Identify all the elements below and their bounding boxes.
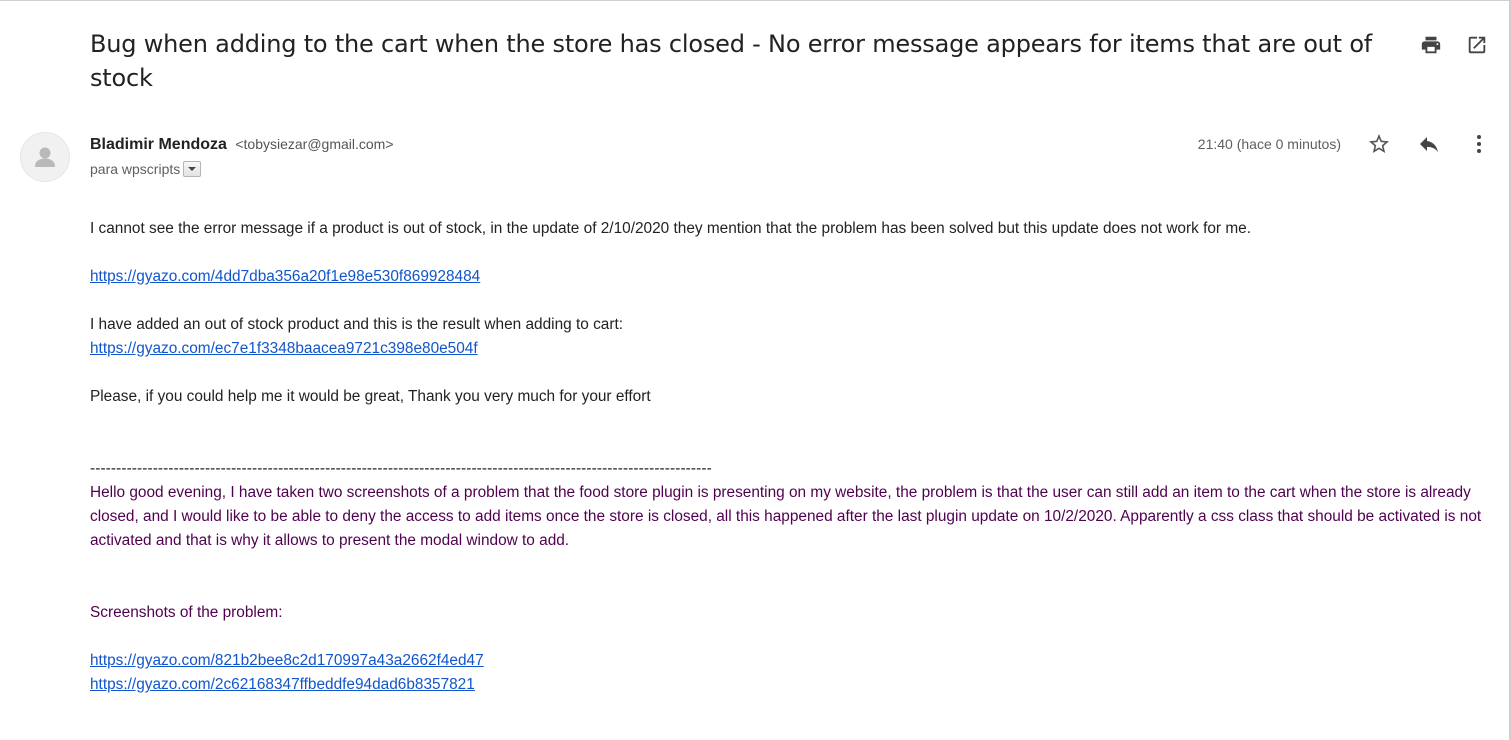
email-subject: Bug when adding to the cart when the sto… (90, 30, 1373, 92)
open-in-new-window-button[interactable] (1465, 33, 1489, 57)
more-vertical-icon (1477, 135, 1481, 153)
sender-info: Bladimir Mendoza <tobysiezar@gmail.com> (90, 134, 394, 155)
email-body: I cannot see the error message if a prod… (90, 217, 1490, 697)
sender-name: Bladimir Mendoza (90, 136, 227, 153)
recipient-label: para wpscripts (90, 161, 181, 177)
screenshot-link[interactable]: https://gyazo.com/821b2bee8c2d170997a43a… (90, 652, 484, 669)
email-view: Bug when adding to the cart when the sto… (0, 0, 1511, 740)
reply-button[interactable] (1417, 132, 1441, 156)
quoted-message: Hello good evening, I have taken two scr… (90, 481, 1490, 697)
screenshot-link[interactable]: https://gyazo.com/2c62168347ffbeddfe94da… (90, 676, 475, 693)
more-options-button[interactable] (1467, 132, 1491, 156)
screenshot-link[interactable]: https://gyazo.com/ec7e1f3348baacea9721c3… (90, 340, 478, 357)
body-paragraph: I have added an out of stock product and… (90, 316, 624, 333)
screenshot-link[interactable]: https://gyazo.com/4dd7dba356a20f1e98e530… (90, 268, 480, 285)
body-paragraph: Please, if you could help me it would be… (90, 388, 651, 405)
triangle-down-icon (188, 167, 197, 171)
thread-actions (1419, 33, 1489, 57)
quoted-paragraph: Screenshots of the problem: (90, 604, 283, 621)
star-button[interactable] (1367, 132, 1391, 156)
print-button[interactable] (1419, 33, 1443, 57)
sender-email: <tobysiezar@gmail.com> (235, 136, 394, 152)
sender-avatar (20, 132, 70, 182)
reply-icon (1420, 137, 1438, 152)
print-icon (1421, 36, 1441, 54)
recipient-info: para wpscripts (90, 159, 202, 179)
quote-separator: ----------------------------------------… (90, 460, 712, 477)
message-timestamp: 21:40 (hace 0 minutos) (1197, 136, 1341, 152)
body-paragraph: I cannot see the error message if a prod… (90, 220, 1251, 237)
default-avatar-icon (35, 147, 55, 167)
quoted-paragraph: Hello good evening, I have taken two scr… (90, 484, 1482, 549)
star-icon (1369, 134, 1389, 153)
message-meta: 21:40 (hace 0 minutos) (1198, 132, 1491, 156)
show-details-button[interactable] (183, 161, 202, 177)
open-in-new-window-icon (1468, 36, 1486, 54)
